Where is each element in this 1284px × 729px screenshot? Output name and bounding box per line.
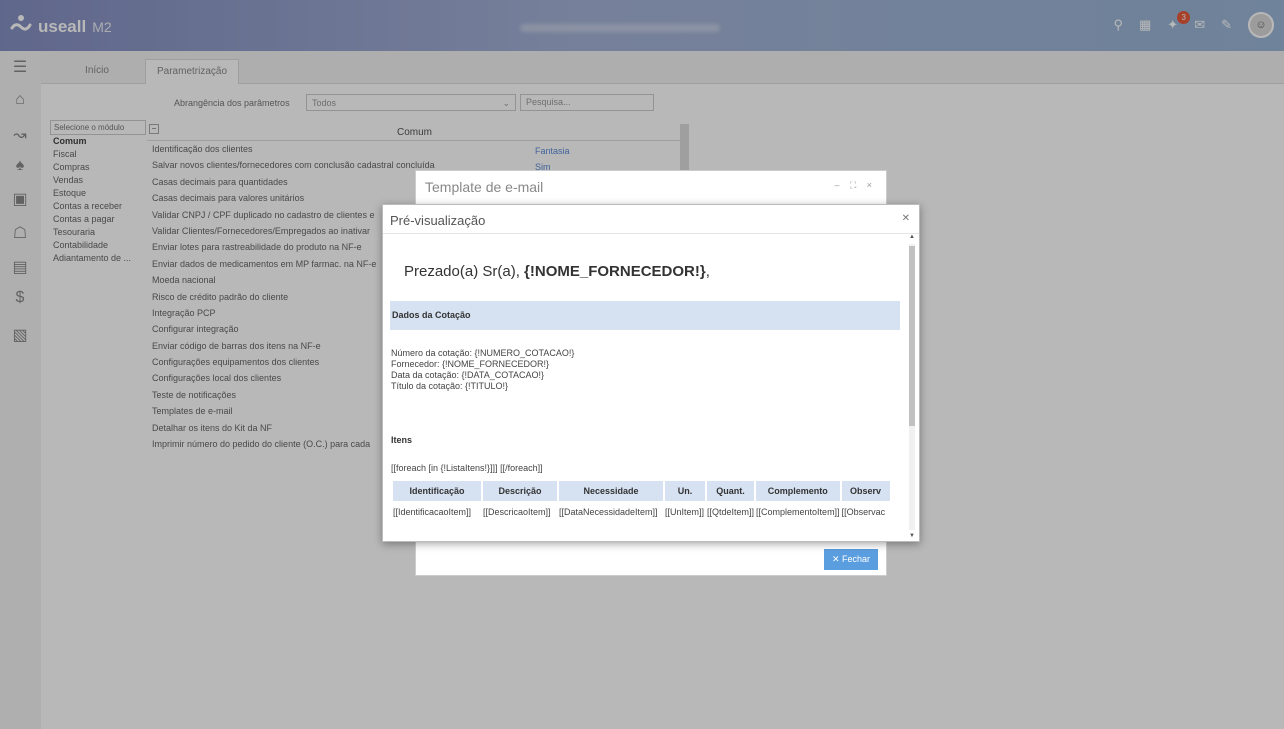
table-cell: [[Observac bbox=[841, 507, 886, 517]
greeting-variable: {!NOME_FORNECEDOR!} bbox=[524, 263, 706, 280]
items-table: Identificação Descrição Necessidade Un. … bbox=[391, 479, 892, 521]
data-line: Data da cotação: {!DATA_COTACAO!} bbox=[391, 370, 545, 380]
preview-scrollbar[interactable]: ▲ ▼ bbox=[908, 234, 916, 539]
preview-dialog: Pré-visualização ✕ Prezado(a) Sr(a), {!N… bbox=[382, 204, 920, 542]
table-cell: [[DataNecessidadeItem]] bbox=[559, 507, 658, 517]
window-controls[interactable]: – ⛶ × bbox=[834, 180, 876, 191]
close-icon[interactable]: ✕ bbox=[902, 213, 910, 224]
table-cell: [[QtdeItem]] bbox=[707, 507, 755, 517]
section-title: Dados da Cotação bbox=[390, 301, 900, 330]
foreach-line: [[foreach [in {!ListaItens!}]]] [[/forea… bbox=[391, 463, 543, 473]
table-cell: [[UnItem]] bbox=[665, 507, 705, 517]
column-header: Identificação bbox=[391, 479, 483, 503]
column-header: Descrição bbox=[481, 479, 559, 503]
table-cell: [[ComplementoItem]] bbox=[756, 507, 840, 517]
template-dialog-title: Template de e-mail bbox=[425, 179, 544, 195]
greeting-suffix: , bbox=[705, 263, 710, 280]
items-title: Itens bbox=[391, 435, 413, 445]
column-header: Complemento bbox=[754, 479, 842, 503]
scroll-down-icon[interactable]: ▼ bbox=[909, 533, 915, 539]
data-line: Fornecedor: {!NOME_FORNECEDOR!} bbox=[391, 359, 550, 369]
table-row: [[IdentificacaoItem]] [[DescricaoItem]] … bbox=[392, 502, 891, 521]
scroll-thumb[interactable] bbox=[909, 246, 915, 426]
table-cell: [[IdentificacaoItem]] bbox=[393, 507, 472, 517]
data-line: Título da cotação: {!TITULO!} bbox=[391, 381, 509, 391]
close-button[interactable]: ✕ Fechar bbox=[823, 549, 878, 570]
scroll-up-icon[interactable]: ▲ bbox=[909, 234, 915, 240]
column-header: Un. bbox=[663, 479, 707, 503]
greeting-prefix: Prezado(a) Sr(a), bbox=[404, 263, 520, 280]
greeting: Prezado(a) Sr(a), {!NOME_FORNECEDOR!}, bbox=[404, 263, 710, 280]
preview-header: Pré-visualização ✕ bbox=[383, 205, 919, 234]
data-line: Número da cotação: {!NUMERO_COTACAO!} bbox=[391, 348, 575, 358]
preview-body: Prezado(a) Sr(a), {!NOME_FORNECEDOR!}, D… bbox=[390, 234, 902, 539]
column-header: Necessidade bbox=[557, 479, 665, 503]
table-header-row: Identificação Descrição Necessidade Un. … bbox=[391, 479, 892, 503]
preview-title: Pré-visualização bbox=[390, 213, 486, 228]
column-header: Quant. bbox=[704, 479, 757, 503]
table-cell: [[DescricaoItem]] bbox=[483, 507, 551, 517]
column-header: Observ bbox=[839, 479, 892, 503]
